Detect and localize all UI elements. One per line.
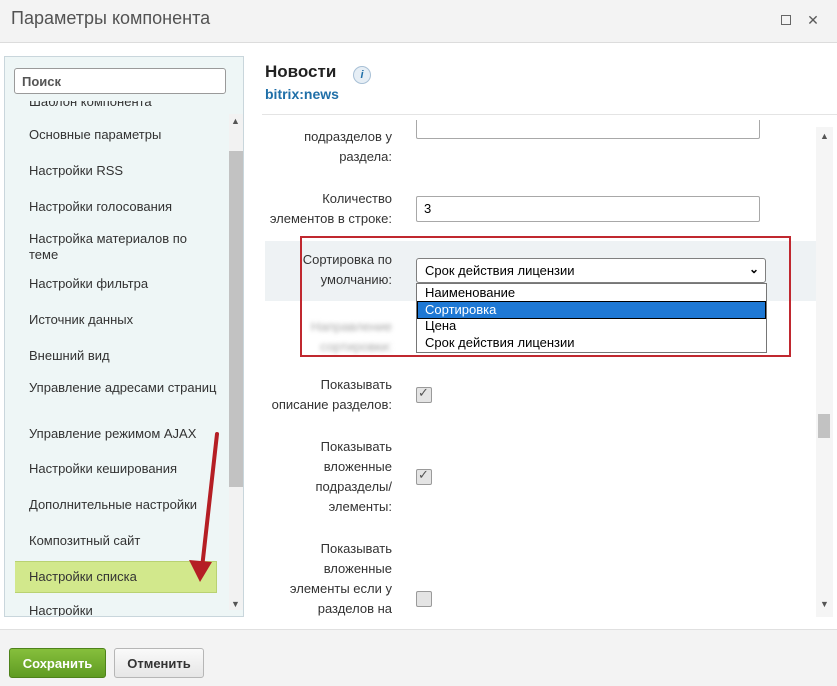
show-nested-checkbox[interactable]: [416, 467, 432, 485]
sidebar-item-related[interactable]: Настройка материалов по теме: [15, 231, 218, 263]
sidebar-item-datasource[interactable]: Источник данных: [15, 312, 218, 328]
elements-in-row-input[interactable]: 3: [416, 196, 760, 222]
sort-option[interactable]: Наименование: [418, 285, 765, 301]
window-title: Параметры компонента: [11, 8, 211, 28]
scroll-down-icon[interactable]: ▼: [820, 599, 829, 609]
sidebar-scrollbar[interactable]: ▲ ▼: [229, 114, 243, 610]
scroll-down-icon[interactable]: ▼: [231, 599, 240, 609]
scroll-up-icon[interactable]: ▲: [231, 116, 240, 126]
show-elements-if-checkbox[interactable]: [416, 591, 432, 607]
dialog-footer: Сохранить Отменить: [0, 629, 837, 686]
params-scrollbar[interactable]: ▲ ▼: [816, 127, 833, 617]
info-icon[interactable]: i: [353, 66, 371, 84]
scroll-up-icon[interactable]: ▲: [820, 131, 829, 141]
sidebar-item-rss[interactable]: Настройки RSS: [15, 163, 218, 179]
sections-in-row-input[interactable]: [416, 120, 760, 139]
sort-option-highlighted[interactable]: Сортировка: [417, 301, 766, 319]
save-button[interactable]: Сохранить: [9, 648, 106, 678]
show-section-desc-checkbox[interactable]: [416, 385, 432, 403]
maximize-icon[interactable]: [776, 10, 796, 30]
sidebar-item-filter[interactable]: Настройки фильтра: [15, 276, 218, 292]
sidebar-item-voting[interactable]: Настройки голосования: [15, 199, 218, 215]
sidebar-item-appearance[interactable]: Внешний вид: [15, 348, 218, 364]
close-icon[interactable]: ✕: [803, 10, 823, 30]
sort-option[interactable]: Срок действия лицензии: [418, 335, 765, 351]
show-nested-label: Показывать вложенные подразделы/ элемент…: [315, 439, 392, 514]
component-code: bitrix:news: [265, 86, 339, 102]
sidebar-scroll-thumb[interactable]: [229, 151, 243, 487]
component-title: Новости: [265, 62, 337, 81]
cancel-button[interactable]: Отменить: [114, 648, 204, 678]
chevron-down-icon: ⌄: [748, 262, 759, 276]
window-titlebar: Параметры компонента ✕: [0, 0, 837, 43]
sort-direction-label: Направление сортировки:: [310, 319, 392, 354]
default-sort-select[interactable]: Срок действия лицензии ⌄: [416, 258, 766, 283]
show-elements-if-label: Показывать вложенные элементы если у раз…: [289, 541, 392, 616]
sidebar-item-urls[interactable]: Управление адресами страниц: [15, 380, 218, 396]
search-input[interactable]: [14, 68, 226, 94]
sections-in-row-label: подразделов у раздела:: [304, 129, 392, 164]
sort-option[interactable]: Цена: [418, 318, 765, 334]
sidebar-item-main[interactable]: Основные параметры: [15, 127, 218, 143]
sidebar-item-template[interactable]: Шаблон компонента: [15, 101, 218, 110]
params-scroll-thumb[interactable]: [818, 414, 830, 438]
default-sort-value: Срок действия лицензии: [425, 263, 575, 278]
elements-in-row-label: Количество элементов в строке:: [269, 191, 392, 226]
show-section-desc-label: Показывать описание разделов:: [271, 377, 392, 412]
params-panel: подразделов у раздела: Количество элемен…: [262, 120, 816, 617]
header-divider: [262, 114, 837, 115]
sort-dropdown-list[interactable]: Наименование Сортировка Цена Срок действ…: [416, 283, 767, 353]
annotation-arrow: [189, 432, 219, 582]
component-header: Новости i bitrix:news: [265, 62, 371, 102]
sidebar-item-more[interactable]: Настройки: [15, 603, 218, 616]
default-sort-label: Сортировка по умолчанию:: [302, 252, 392, 287]
